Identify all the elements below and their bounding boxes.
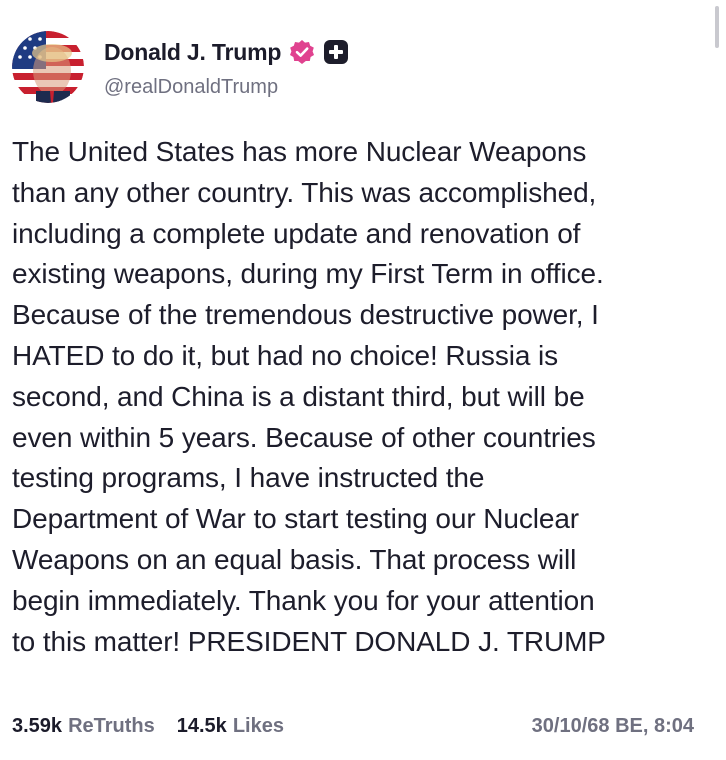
author-display-name[interactable]: Donald J. Trump <box>104 39 281 66</box>
author-name-row: Donald J. Trump <box>104 34 349 70</box>
plus-icon[interactable] <box>323 39 349 65</box>
retruths-label: ReTruths <box>68 714 155 737</box>
avatar[interactable] <box>12 31 84 103</box>
likes-label: Likes <box>232 714 284 737</box>
retruths-stat[interactable]: 3.59k ReTruths <box>12 715 155 738</box>
post-timestamp: 30/10/68 BE, 8:04 <box>531 714 694 737</box>
avatar-image <box>12 31 84 103</box>
likes-stat[interactable]: 14.5k Likes <box>177 715 284 738</box>
post-text: The United States has more Nuclear Weapo… <box>12 136 606 657</box>
post-stats: 3.59k ReTruths 14.5k Likes 30/10/68 BE, … <box>12 712 694 740</box>
verified-badge-icon <box>289 39 315 65</box>
scrollbar[interactable] <box>715 6 719 48</box>
retruths-count: 3.59k <box>12 714 63 737</box>
author-handle[interactable]: @realDonaldTrump <box>104 76 278 99</box>
likes-count: 14.5k <box>176 714 227 737</box>
